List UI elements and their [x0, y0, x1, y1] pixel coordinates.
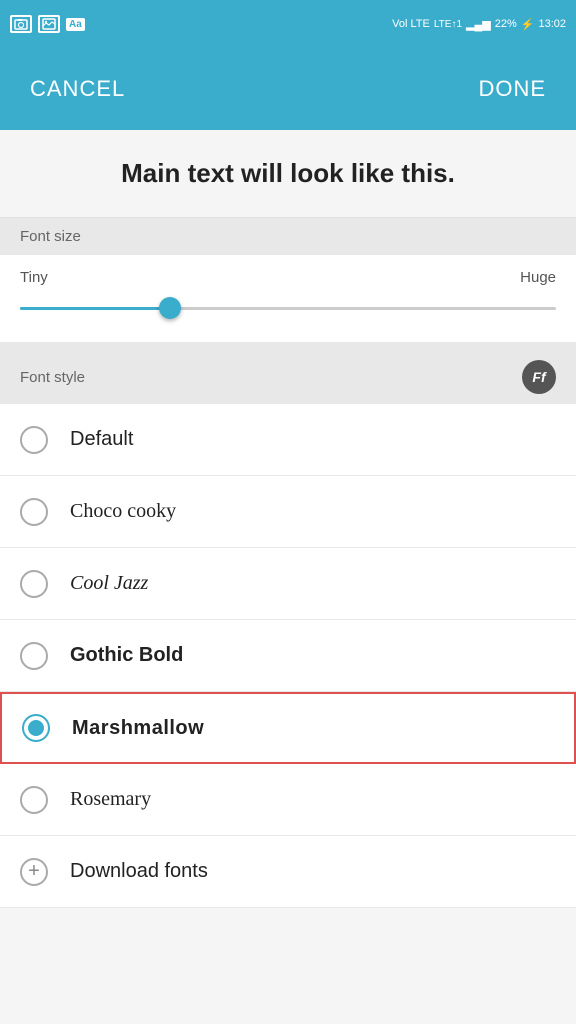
cancel-button[interactable]: CANCEL [30, 76, 125, 102]
ff-icon[interactable]: Ff [522, 360, 556, 394]
radio-marshmallow[interactable] [22, 714, 50, 742]
tiny-label: Tiny [20, 269, 48, 286]
font-name-marshmallow: Marshmallow [72, 717, 204, 740]
font-name-rosemary: Rosemary [70, 788, 151, 811]
status-bar-left: Aa [10, 15, 85, 33]
plus-icon: + [20, 858, 48, 886]
radio-default[interactable] [20, 426, 48, 454]
status-bar: Aa Vol LTE LTE↑1 ▂▄▆ 22% ⚡ 13:02 [0, 0, 576, 48]
font-style-list: Default Choco cooky Cool Jazz Gothic Bol… [0, 404, 576, 908]
font-item-rosemary[interactable]: Rosemary [0, 764, 576, 836]
network-indicator: Vol LTE [392, 18, 430, 30]
preview-text: Main text will look like this. [121, 158, 455, 188]
screenshot-icon [10, 15, 32, 33]
battery-charging: ⚡ [521, 18, 535, 31]
font-item-choco-cooky[interactable]: Choco cooky [0, 476, 576, 548]
font-name-default: Default [70, 428, 133, 451]
radio-gothic-bold[interactable] [20, 642, 48, 670]
font-size-label: Font size [20, 228, 81, 245]
signal-bars: ▂▄▆ [466, 18, 491, 31]
font-style-section-header: Font style Ff [0, 350, 576, 404]
font-name-download: Download fonts [70, 860, 208, 883]
font-item-download[interactable]: + Download fonts [0, 836, 576, 908]
slider-thumb[interactable] [159, 297, 181, 319]
huge-label: Huge [520, 269, 556, 286]
font-item-marshmallow[interactable]: Marshmallow [0, 692, 576, 764]
radio-choco-cooky[interactable] [20, 498, 48, 526]
preview-area: Main text will look like this. [0, 130, 576, 218]
lte-indicator: LTE↑1 [434, 19, 462, 30]
slider-fill [20, 307, 170, 310]
slider-track [20, 307, 556, 310]
font-name-gothic-bold: Gothic Bold [70, 644, 183, 667]
font-item-cool-jazz[interactable]: Cool Jazz [0, 548, 576, 620]
radio-rosemary[interactable] [20, 786, 48, 814]
battery-level: 22% [495, 18, 517, 30]
status-bar-right: Vol LTE LTE↑1 ▂▄▆ 22% ⚡ 13:02 [392, 18, 566, 31]
font-icon: Aa [66, 18, 85, 31]
font-name-cool-jazz: Cool Jazz [70, 572, 148, 595]
font-size-slider[interactable] [20, 294, 556, 322]
radio-inner-marshmallow [28, 720, 44, 736]
done-button[interactable]: DONE [478, 76, 546, 102]
font-item-gothic-bold[interactable]: Gothic Bold [0, 620, 576, 692]
radio-cool-jazz[interactable] [20, 570, 48, 598]
time: 13:02 [538, 18, 566, 30]
font-size-section: Tiny Huge [0, 255, 576, 350]
size-labels: Tiny Huge [20, 269, 556, 286]
gallery-icon [38, 15, 60, 33]
font-style-label: Font style [20, 369, 85, 386]
action-bar: CANCEL DONE [0, 48, 576, 130]
font-item-default[interactable]: Default [0, 404, 576, 476]
font-size-section-header: Font size [0, 218, 576, 255]
font-name-choco-cooky: Choco cooky [70, 500, 176, 523]
